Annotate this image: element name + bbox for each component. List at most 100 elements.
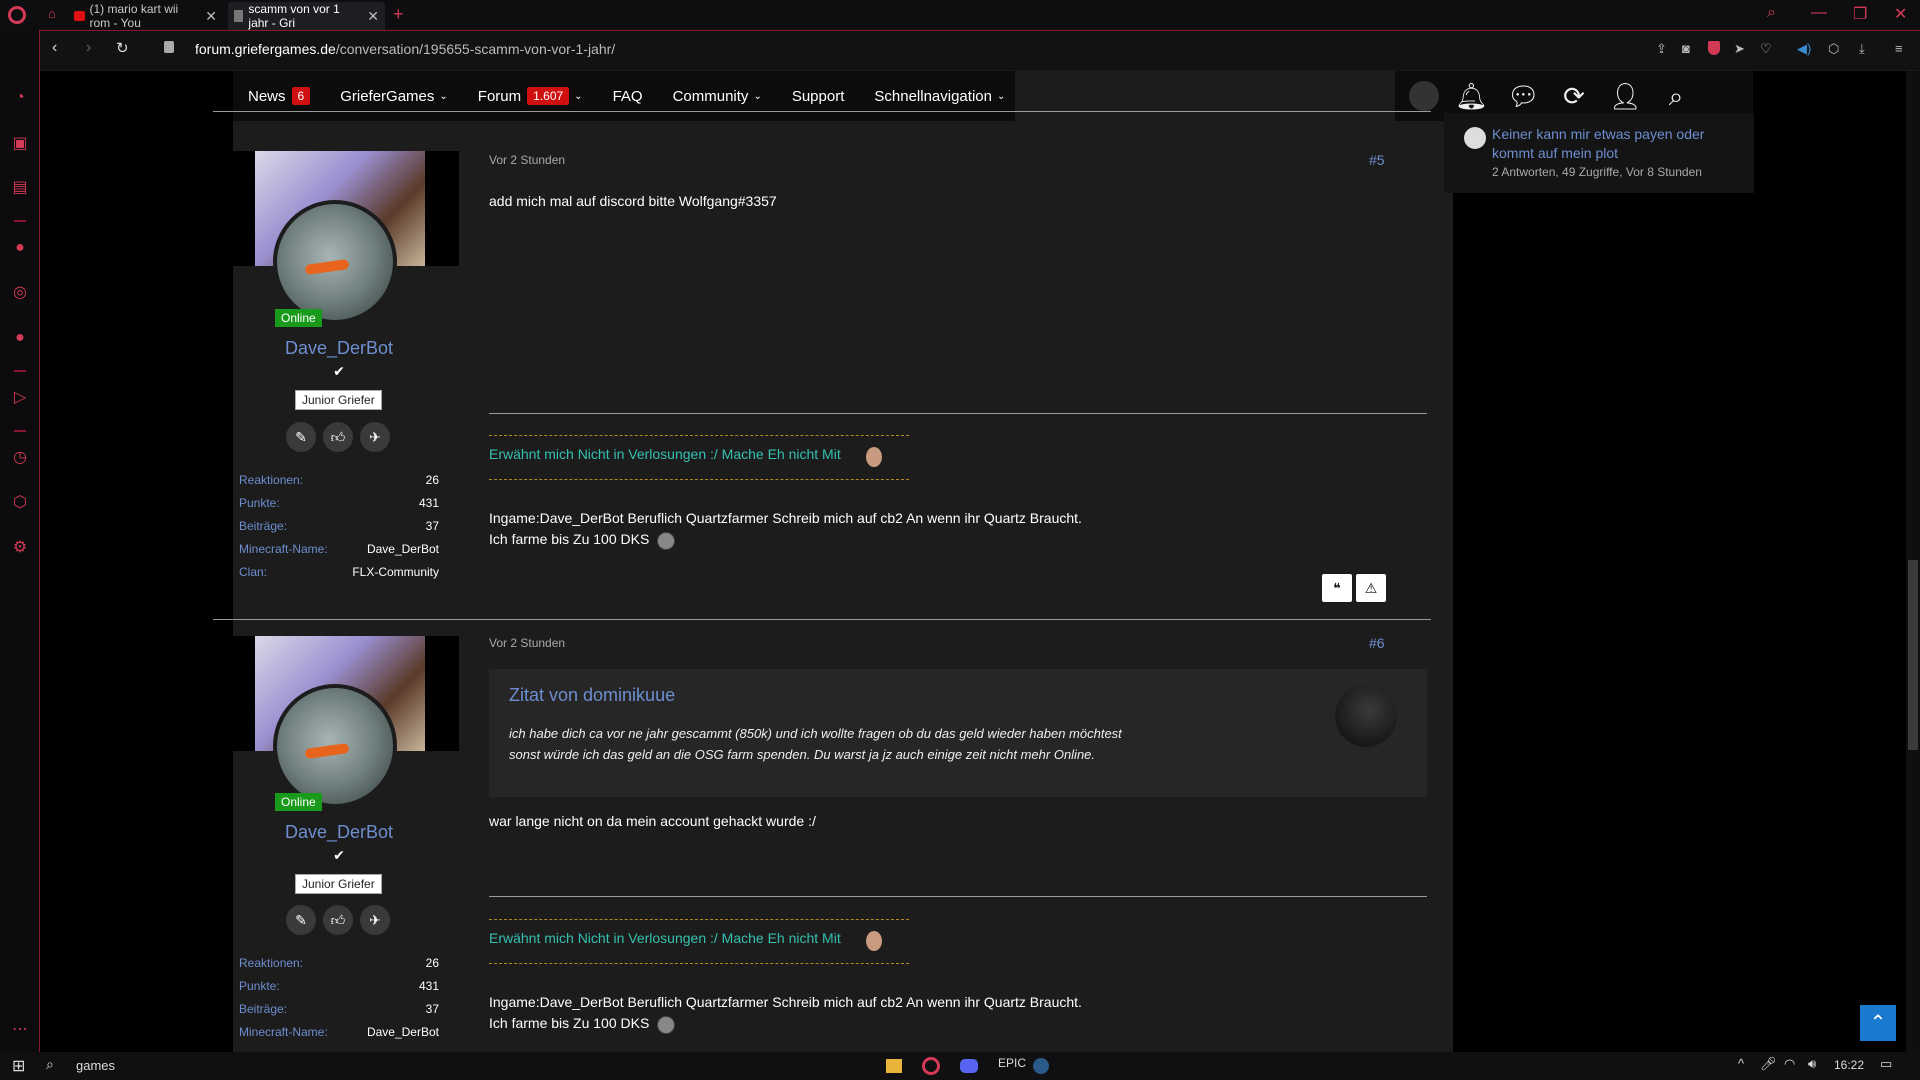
username-link[interactable]: Dave_DerBot bbox=[219, 822, 459, 843]
tab-search-icon[interactable]: ⌕ bbox=[1767, 4, 1776, 22]
clock-time[interactable]: 16:22 bbox=[1834, 1058, 1864, 1072]
browser-sidebar: ◔ ▣ ▤ ● ◎ ● ▷ ◷ ⬡ ⚙ ⋯ bbox=[0, 30, 40, 1052]
search-taskbar-icon[interactable]: ⌕ bbox=[46, 1056, 54, 1073]
bag-icon[interactable]: ▣ bbox=[10, 134, 30, 154]
taskbar-search-text[interactable]: games bbox=[76, 1058, 115, 1073]
nav-support[interactable]: Support bbox=[792, 88, 845, 105]
history-icon[interactable]: ◷ bbox=[10, 448, 30, 468]
quote-button[interactable]: ❝ bbox=[1322, 574, 1352, 602]
gx-corner-icon[interactable]: ⌂ bbox=[48, 6, 56, 21]
refresh-icon[interactable]: ⟳ bbox=[1558, 81, 1590, 111]
taskbar: ⊞ ⌕ games EPIC ^ 🎤︎ ◠ 🔊︎ 16:22 ▭ bbox=[0, 1052, 1920, 1080]
share-icon[interactable]: ⇪ bbox=[1656, 41, 1667, 57]
avatar[interactable] bbox=[273, 684, 397, 808]
more-icon[interactable]: ⋯ bbox=[10, 1020, 30, 1040]
opera-logo-icon[interactable] bbox=[8, 6, 26, 24]
user-icon[interactable]: 👤︎ bbox=[1609, 81, 1642, 111]
search-icon[interactable]: ⌕ bbox=[1660, 81, 1692, 111]
sidebar-separator bbox=[14, 430, 26, 432]
extensions-icon[interactable]: ⬡ bbox=[10, 493, 30, 513]
avatar[interactable] bbox=[273, 200, 397, 324]
post-time[interactable]: Vor 2 Stunden bbox=[489, 636, 565, 650]
heart-icon[interactable]: ♡ bbox=[1760, 41, 1772, 57]
volume-icon[interactable]: 🔊︎ bbox=[1808, 1056, 1816, 1072]
tab-youtube[interactable]: (1) mario kart wii rom - You ✕ bbox=[68, 2, 223, 30]
restore-icon[interactable]: ❐ bbox=[1853, 4, 1867, 24]
post-time[interactable]: Vor 2 Stunden bbox=[489, 153, 565, 167]
stat-label: Reaktionen: bbox=[239, 956, 304, 970]
nav-griefergames[interactable]: GrieferGames ⌄ bbox=[340, 88, 448, 105]
pencil-icon[interactable]: ✎ bbox=[286, 905, 316, 935]
twitch-icon[interactable]: ▤ bbox=[10, 178, 30, 198]
user-avatar[interactable] bbox=[1409, 81, 1439, 111]
player-icon[interactable]: ▷ bbox=[10, 388, 30, 408]
thumbs-up-icon[interactable]: 👍︎ bbox=[323, 422, 353, 452]
reload-icon[interactable]: ↻ bbox=[116, 39, 129, 57]
opera-gx-taskbar-icon[interactable] bbox=[922, 1057, 940, 1075]
plane-icon[interactable]: ✈ bbox=[360, 905, 390, 935]
menu-icon[interactable]: ≡ bbox=[1895, 41, 1903, 56]
signature-link[interactable]: Erwähnt mich Nicht in Verlosungen :/ Mac… bbox=[489, 930, 841, 946]
scrollbar-thumb[interactable] bbox=[1908, 560, 1918, 750]
discord-icon[interactable] bbox=[960, 1059, 978, 1073]
send-icon[interactable]: ➤ bbox=[1734, 41, 1745, 57]
download-icon[interactable]: ⤓ bbox=[1859, 41, 1865, 57]
notifications-icon[interactable]: ▭ bbox=[1880, 1056, 1892, 1072]
stat-label: Minecraft-Name: bbox=[239, 542, 328, 556]
thumbs-up-icon[interactable]: 👍︎ bbox=[323, 905, 353, 935]
signature-dashed-line bbox=[489, 963, 909, 964]
twitter-icon[interactable]: ● bbox=[10, 328, 30, 348]
settings-icon[interactable]: ⚙ bbox=[10, 538, 30, 558]
post-number-link[interactable]: #5 bbox=[1369, 152, 1385, 168]
minimize-icon[interactable]: — bbox=[1811, 4, 1827, 22]
speed-dial-icon[interactable]: ◔ bbox=[10, 88, 30, 108]
microphone-icon[interactable]: 🎤︎ bbox=[1760, 1056, 1777, 1072]
tray-chevron-icon[interactable]: ^ bbox=[1738, 1056, 1744, 1071]
nav-schnellnavigation[interactable]: Schnellnavigation ⌄ bbox=[874, 88, 1005, 105]
username-link[interactable]: Dave_DerBot bbox=[219, 338, 459, 359]
face-emoji-icon bbox=[866, 931, 882, 951]
cube-icon[interactable]: ⬡ bbox=[1828, 41, 1839, 57]
scroll-to-top-button[interactable]: ⌃ bbox=[1860, 1005, 1896, 1041]
report-button[interactable]: ⚠ bbox=[1356, 574, 1386, 602]
plane-icon[interactable]: ✈ bbox=[360, 422, 390, 452]
bell-icon[interactable]: 🔔︎ bbox=[1455, 81, 1488, 111]
wifi-icon[interactable]: ◠ bbox=[1784, 1056, 1795, 1072]
emoji-icon bbox=[657, 532, 675, 550]
speaker-icon[interactable]: ◀) bbox=[1797, 41, 1811, 57]
nav-community[interactable]: Community ⌄ bbox=[673, 88, 762, 105]
signature-divider bbox=[489, 413, 1427, 414]
whatsapp-icon[interactable]: ● bbox=[10, 238, 30, 258]
quote-title-link[interactable]: Zitat von dominikuue bbox=[509, 685, 675, 706]
stat-value: 37 bbox=[425, 519, 439, 533]
adblock-shield-icon[interactable] bbox=[1708, 41, 1720, 55]
pencil-icon[interactable]: ✎ bbox=[286, 422, 316, 452]
signature-link[interactable]: Erwähnt mich Nicht in Verlosungen :/ Mac… bbox=[489, 446, 841, 462]
tab-forum[interactable]: scamm von vor 1 jahr - Gri ✕ bbox=[228, 2, 385, 30]
instagram-icon[interactable]: ◎ bbox=[10, 283, 30, 303]
sidebar-thread-box: Keiner kann mir etwas payen oder kommt a… bbox=[1444, 113, 1754, 193]
nav-forum[interactable]: Forum 1.607 ⌄ bbox=[478, 87, 583, 105]
url-path: /conversation/195655-scamm-von-vor-1-jah… bbox=[335, 41, 616, 57]
epic-games-icon[interactable]: EPIC bbox=[998, 1056, 1026, 1070]
address-bar[interactable]: forum.griefergames.de/conversation/19565… bbox=[195, 41, 615, 57]
stat-value: Dave_DerBot bbox=[366, 542, 439, 556]
close-tab-icon[interactable]: ✕ bbox=[205, 8, 217, 25]
file-explorer-icon[interactable] bbox=[886, 1059, 902, 1073]
thread-title-link[interactable]: Keiner kann mir etwas payen oder kommt a… bbox=[1492, 125, 1732, 163]
back-icon[interactable]: ‹ bbox=[52, 39, 57, 57]
windows-start-icon[interactable]: ⊞ bbox=[12, 1056, 25, 1076]
forward-icon[interactable]: › bbox=[86, 39, 91, 57]
close-tab-icon[interactable]: ✕ bbox=[367, 8, 379, 25]
tab-label: (1) mario kart wii rom - You bbox=[89, 2, 179, 30]
steam-icon[interactable] bbox=[1033, 1058, 1049, 1074]
chat-icon[interactable]: 💬︎ bbox=[1507, 81, 1540, 111]
nav-faq[interactable]: FAQ bbox=[613, 88, 643, 105]
close-window-icon[interactable]: ✕ bbox=[1894, 4, 1907, 24]
new-tab-button[interactable]: + bbox=[393, 4, 404, 25]
post-number-link[interactable]: #6 bbox=[1369, 635, 1385, 651]
nav-news[interactable]: News 6 bbox=[248, 87, 311, 105]
forum-favicon-icon bbox=[234, 10, 244, 22]
stat-value: FLX-Community bbox=[352, 565, 439, 579]
camera-icon[interactable]: ◙ bbox=[1682, 41, 1690, 56]
